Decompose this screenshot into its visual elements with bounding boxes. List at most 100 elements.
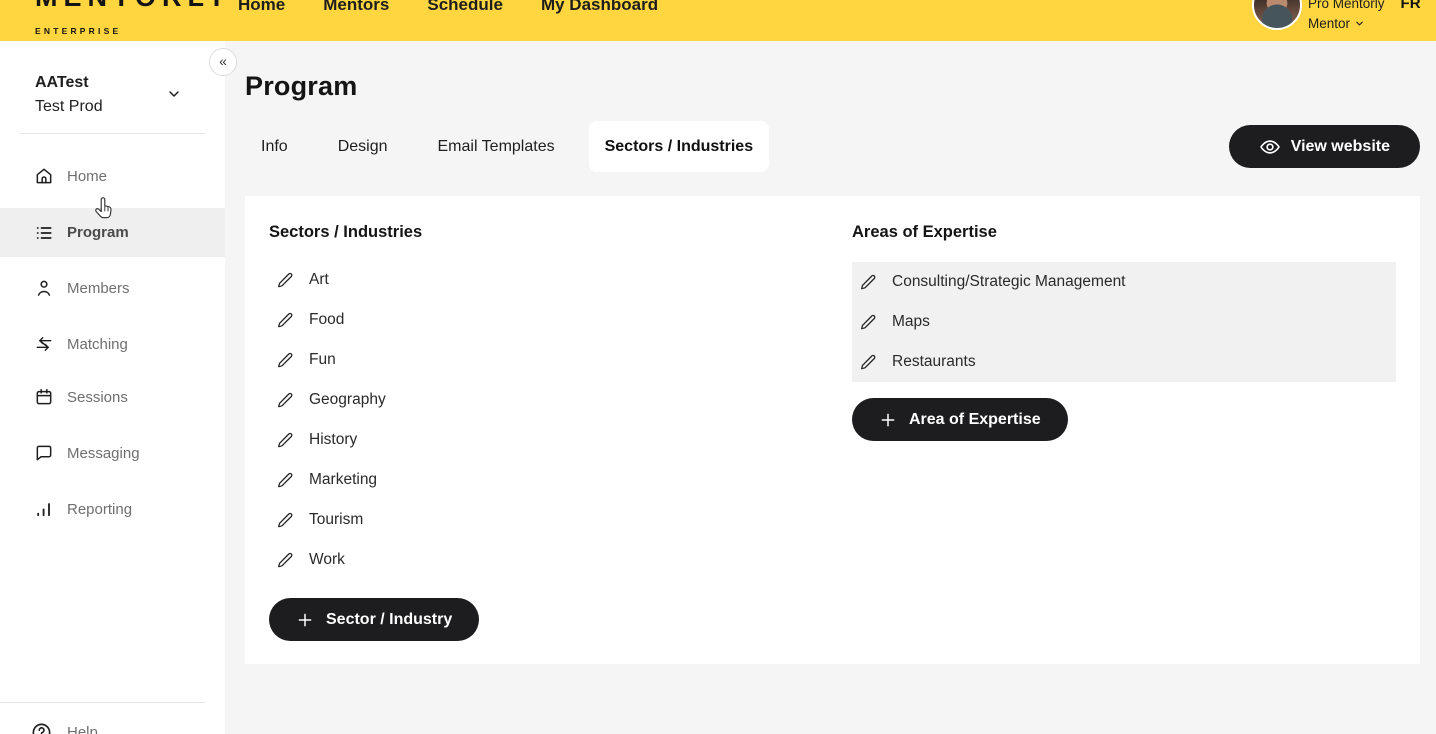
edit-pencil-icon[interactable] xyxy=(277,352,294,369)
sector-list-item: Work xyxy=(269,540,829,580)
sidebar-item-label: Messaging xyxy=(67,445,140,462)
calendar-icon xyxy=(34,387,54,407)
expertise-list-item: Consulting/Strategic Management xyxy=(852,262,1396,302)
sidebar-item-label: Sessions xyxy=(67,389,128,406)
sector-list-item: Tourism xyxy=(269,500,829,540)
edit-pencil-icon[interactable] xyxy=(277,512,294,529)
sector-label: Fun xyxy=(309,351,336,369)
sidebar-item-label: Members xyxy=(67,280,130,297)
sector-label: Art xyxy=(309,271,329,289)
sector-list-item: Food xyxy=(269,300,829,340)
chat-bubble-icon xyxy=(34,443,54,463)
sidebar-divider xyxy=(20,133,205,134)
sector-label: Work xyxy=(309,551,345,569)
plus-icon xyxy=(879,411,897,429)
topnav-link-my-dashboard[interactable]: My Dashboard xyxy=(541,0,658,15)
topnav-link-mentors[interactable]: Mentors xyxy=(323,0,389,15)
sidebar-item-reporting[interactable]: Reporting xyxy=(0,488,225,530)
sidebar-item-label: Matching xyxy=(67,336,128,353)
expertise-column: Areas of Expertise Consulting/Strategic … xyxy=(852,196,1396,441)
program-tabs: Info Design Email Templates Sectors / In… xyxy=(245,121,769,172)
main-content: Program Info Design Email Templates Sect… xyxy=(225,41,1436,734)
edit-pencil-icon[interactable] xyxy=(860,314,877,331)
logo-wordmark: MENTORLY xyxy=(35,0,232,11)
sidebar-item-home[interactable]: Home xyxy=(0,155,225,197)
sector-list-item: Marketing xyxy=(269,460,829,500)
add-expertise-label: Area of Expertise xyxy=(909,411,1041,429)
sectors-column: Sectors / Industries Art xyxy=(269,196,829,641)
sector-label: Tourism xyxy=(309,511,363,529)
sector-list-item: History xyxy=(269,420,829,460)
swap-arrows-icon xyxy=(34,334,54,354)
plus-icon xyxy=(296,611,314,629)
sidebar-item-messaging[interactable]: Messaging xyxy=(0,432,225,474)
profile-menu[interactable]: Pro Mentorly FR Mentor xyxy=(1308,0,1421,31)
tabs-row: Info Design Email Templates Sectors / In… xyxy=(245,121,1420,172)
expertise-box: Consulting/Strategic Management Maps xyxy=(852,262,1396,382)
org-program-name: Test Prod xyxy=(35,98,103,116)
profile-name: Pro Mentorly xyxy=(1308,0,1385,11)
expertise-label: Restaurants xyxy=(892,353,976,371)
home-icon xyxy=(34,166,54,186)
sidebar-item-label: Reporting xyxy=(67,501,132,518)
tab-design[interactable]: Design xyxy=(322,121,404,172)
user-avatar[interactable] xyxy=(1252,0,1302,30)
collapse-icon: « xyxy=(219,54,227,68)
edit-pencil-icon[interactable] xyxy=(277,432,294,449)
org-selector[interactable]: AATest Test Prod xyxy=(0,61,225,131)
role-dropdown[interactable]: Mentor xyxy=(1308,17,1421,31)
edit-pencil-icon[interactable] xyxy=(860,354,877,371)
edit-pencil-icon[interactable] xyxy=(277,472,294,489)
sidebar-item-label: Help xyxy=(67,724,98,734)
sidebar-item-members[interactable]: Members xyxy=(0,267,225,309)
edit-pencil-icon[interactable] xyxy=(277,272,294,289)
sector-list-item: Art xyxy=(269,260,829,300)
eye-icon xyxy=(1259,136,1281,158)
sector-label: Food xyxy=(309,311,344,329)
view-website-button[interactable]: View website xyxy=(1229,125,1420,168)
sector-list-item: Fun xyxy=(269,340,829,380)
sidebar-collapse-button[interactable]: « xyxy=(209,48,237,76)
expertise-list-item: Restaurants xyxy=(852,342,1396,382)
tab-info[interactable]: Info xyxy=(245,121,304,172)
chevron-down-icon xyxy=(1354,18,1365,29)
add-sector-button[interactable]: Sector / Industry xyxy=(269,598,479,641)
tab-email-templates[interactable]: Email Templates xyxy=(422,121,571,172)
topnav-link-schedule[interactable]: Schedule xyxy=(427,0,503,15)
sectors-panel: Sectors / Industries Art xyxy=(245,196,1420,664)
sector-label: Marketing xyxy=(309,471,377,489)
sector-list-item: Geography xyxy=(269,380,829,420)
add-sector-label: Sector / Industry xyxy=(326,611,452,629)
expertise-list-item: Maps xyxy=(852,302,1396,342)
sidebar-item-sessions[interactable]: Sessions xyxy=(0,376,225,418)
sector-label: History xyxy=(309,431,357,449)
locale-badge[interactable]: FR xyxy=(1401,0,1421,11)
person-icon xyxy=(34,278,54,298)
chevron-down-icon xyxy=(166,86,182,102)
top-nav-links: Home Mentors Schedule My Dashboard xyxy=(238,0,658,25)
top-navbar: MENTORLY ENTERPRISE Home Mentors Schedul… xyxy=(0,0,1436,41)
add-expertise-button[interactable]: Area of Expertise xyxy=(852,398,1068,441)
bar-chart-icon xyxy=(34,499,54,519)
cursor-pointer xyxy=(93,196,115,221)
edit-pencil-icon[interactable] xyxy=(277,312,294,329)
role-label: Mentor xyxy=(1308,17,1350,31)
sectors-list: Art Food xyxy=(269,260,829,580)
sidebar-item-matching[interactable]: Matching xyxy=(0,323,225,365)
expertise-list: Consulting/Strategic Management Maps xyxy=(852,262,1396,382)
expertise-label: Maps xyxy=(892,313,930,331)
sidebar: AATest Test Prod Home Program Members xyxy=(0,41,225,734)
edit-pencil-icon[interactable] xyxy=(277,392,294,409)
sidebar-item-help[interactable]: Help xyxy=(0,708,225,734)
tab-sectors-industries[interactable]: Sectors / Industries xyxy=(589,121,770,172)
expertise-label: Consulting/Strategic Management xyxy=(892,273,1126,291)
expertise-heading: Areas of Expertise xyxy=(852,223,1396,242)
topnav-link-home[interactable]: Home xyxy=(238,0,285,15)
sidebar-item-label: Home xyxy=(67,168,107,185)
sector-label: Geography xyxy=(309,391,386,409)
screen: MENTORLY ENTERPRISE Home Mentors Schedul… xyxy=(0,0,1436,734)
list-icon xyxy=(34,223,54,243)
edit-pencil-icon[interactable] xyxy=(860,274,877,291)
edit-pencil-icon[interactable] xyxy=(277,552,294,569)
sidebar-divider xyxy=(0,702,205,703)
